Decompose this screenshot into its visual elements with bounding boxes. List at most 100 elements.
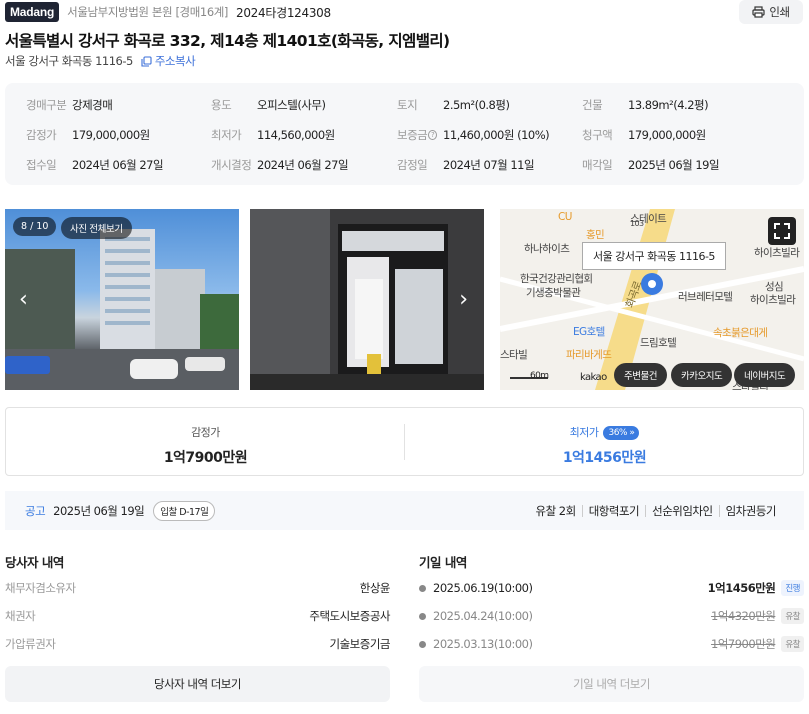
tag: 선순위임차인 [645,504,718,517]
printer-icon [752,6,765,18]
info-label: 감정가 [26,128,57,142]
info-value: 2024년 06월 27일 [72,158,164,172]
print-button[interactable]: 인쇄 [739,0,803,24]
parties-title: 당사자 내역 [5,555,64,570]
jibun-address: 서울 강서구 화곡동 1116-5 [5,54,133,68]
info-label: 감정일 [397,158,428,172]
party-role: 가압류권자 [5,637,56,651]
view-all-photos-button[interactable]: 사진 전체보기 [61,217,132,239]
prev-photo-arrow-icon[interactable]: ‹ [19,287,28,312]
history-status-badge: 유찰 [781,608,804,624]
tag: 임차권등기 [718,504,782,517]
appraisal-label: 감정가 [191,426,220,439]
info-value: 13.89m²(4.2평) [628,98,709,112]
info-start: 개시결정 2024년 06월 27일 [211,157,349,173]
case-number: 2024타경124308 [236,5,331,20]
map-label: 스타빌 [500,349,528,361]
map-address-tooltip: 서울 강서구 화곡동 1116-5 [582,242,726,270]
map-label: 한국건강관리협회 [520,273,593,285]
kakao-logo: kakao [580,372,607,383]
info-label: 개시결정 [211,158,252,172]
info-value: 오피스텔(사무) [257,98,326,112]
property-title: 서울특별시 강서구 화곡로 332, 제14층 제1401호(화곡동, 지엠밸리… [5,32,450,50]
entrance-photo-image [250,209,484,390]
info-value: 2025년 06월 19일 [628,158,720,172]
photo-counter: 8 / 10 [13,217,57,236]
expand-icon [774,223,790,239]
map-expand-button[interactable] [768,217,796,245]
info-min-price: 최저가 114,560,000원 [211,127,335,143]
info-building: 건물 13.89m²(4.2평) [582,97,709,113]
info-value: 강제경매 [72,98,113,112]
party-name: 기술보증기금 [329,637,391,651]
info-label: 매각일 [582,158,613,172]
history-row: 2025.03.13(10:00) 1억7900만원 유찰 [419,634,804,654]
deposit-label: 보증금 [397,128,428,142]
history-row: 2025.04.24(10:00) 1억4320만원 유찰 [419,606,804,626]
photo-entrance[interactable]: › [250,209,484,390]
appraisal-value: 1억7900만원 [163,450,248,466]
print-label: 인쇄 [769,5,790,19]
double-chevron-down-icon: » [629,428,635,438]
header-bar: Madang 서울남부지방법원 본원 [경매16계] 2024타경124308 [5,2,331,22]
notice-bar: 공고 2025년 06월 19일 입찰 D-17일 유찰 2회 대항력포기 선순… [5,491,804,530]
history-date: 2025.03.13(10:00) [433,637,533,651]
location-map[interactable]: CU 홍민 하나하이츠 한국건강관리협회 기생충박물관 화곡로 러브레터모텔 하… [500,209,804,390]
info-label: 토지 [397,98,418,112]
tag: 대항력포기 [581,504,645,517]
history-price: 1억7900만원 [711,637,776,651]
info-label: 건물 [582,98,603,112]
kakao-map-button[interactable]: 카카오지도 [671,363,733,387]
info-value: 11,460,000원 (10%) [443,128,550,142]
history-date: 2025.04.24(10:00) [433,609,533,623]
party-role: 채무자겸소유자 [5,581,76,595]
min-price-value: 1억1456만원 [562,450,647,466]
map-label: 속초붉은대게 [713,327,768,339]
min-price-percent-badge: 36% » [603,426,640,440]
info-land: 토지 2.5m²(0.8평) [397,97,510,113]
info-use: 용도 오피스텔(사무) [211,97,326,113]
info-value: 2.5m²(0.8평) [443,98,510,112]
info-value: 179,000,000원 [72,128,150,142]
party-row: 채권자 주택도시보증공사 [5,606,390,626]
info-label: 경매구분 [26,98,67,112]
info-label: 접수일 [26,158,57,172]
info-value: 2024년 06월 27일 [257,158,349,172]
info-value: 114,560,000원 [257,128,335,142]
timeline-dot [419,612,426,620]
appraisal-column: 감정가 1억7900만원 [6,408,405,475]
min-price-column: 최저가 36% » 1억1456만원 [405,408,804,475]
history-price: 1억4320만원 [711,609,776,623]
naver-map-button[interactable]: 네이버지도 [734,363,796,387]
info-label: 용도 [211,98,232,112]
party-name: 한상윤 [359,581,391,595]
party-name: 주택도시보증공사 [309,609,390,623]
info-label: 청구액 [582,128,613,142]
nearby-items-button[interactable]: 주변물건 [614,363,667,387]
info-deposit: 보증금? 11,460,000원 (10%) [397,127,550,143]
next-photo-arrow-icon[interactable]: › [459,287,468,312]
map-label: 홍민 [586,229,605,241]
madang-logo[interactable]: Madang [5,2,60,22]
info-label: 최저가 [211,128,242,142]
info-label: 보증금? [397,127,437,143]
copy-address-button[interactable]: 주소복사 [141,53,196,69]
copy-address-label: 주소복사 [154,54,196,68]
parties-more-button[interactable]: 당사자 내역 더보기 [5,666,390,702]
info-appraisal: 감정가 179,000,000원 [26,127,150,143]
history-more-button[interactable]: 기일 내역 더보기 [419,666,804,702]
party-row: 채무자겸소유자 한상윤 [5,578,391,598]
map-label: 103 [630,219,644,228]
history-row: 2025.06.19(10:00) 1억1456만원 진행 [419,578,804,598]
photo-street[interactable]: 8 / 10 사진 전체보기 ‹ [5,209,239,390]
info-value: 2024년 07월 11일 [443,158,535,172]
history-status-badge: 유찰 [781,636,804,652]
address-row: 서울 강서구 화곡동 1116-5 주소복사 [5,53,196,69]
case-tags: 유찰 2회 대항력포기 선순위임차인 임차권등기 [529,504,782,517]
info-received: 접수일 2024년 06월 27일 [26,157,164,173]
notice-date: 2025년 06월 19일 [53,503,145,518]
history-status-badge: 진행 [781,580,804,596]
timeline-dot [419,584,426,592]
history-title: 기일 내역 [419,555,467,570]
help-icon[interactable]: ? [428,130,437,140]
